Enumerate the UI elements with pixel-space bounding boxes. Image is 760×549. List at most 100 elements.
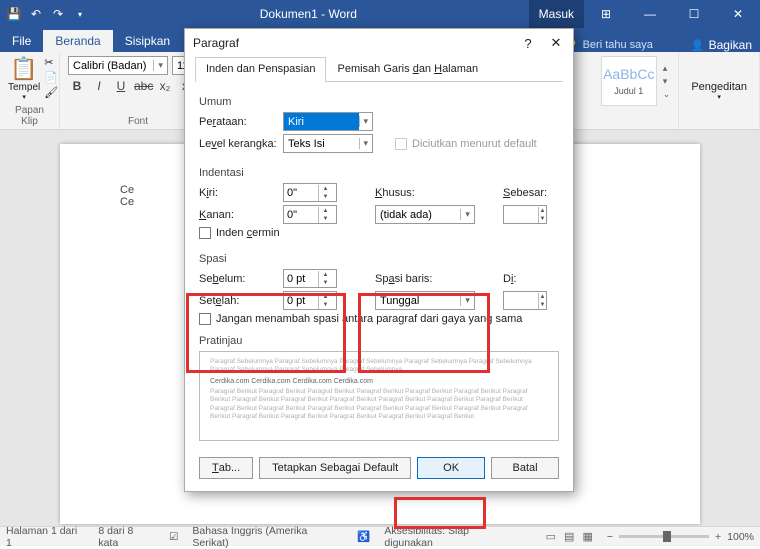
by-label: Sebesar: [503, 187, 547, 199]
spin-down-icon[interactable]: ▼ [319, 215, 332, 223]
section-preview: Pratinjau [199, 335, 559, 347]
styles-expand-icon[interactable]: ▴▾⌄ [663, 63, 671, 100]
spin-down-icon[interactable]: ▼ [319, 193, 332, 201]
help-icon[interactable]: ? [519, 36, 537, 51]
alignment-dropdown-icon[interactable]: ▾ [359, 116, 372, 127]
word-count[interactable]: 8 dari 8 kata [98, 525, 155, 549]
page-status[interactable]: Halaman 1 dari 1 [6, 525, 84, 549]
section-indentation: Indentasi [199, 167, 559, 179]
before-spacing-input[interactable] [284, 273, 318, 285]
status-bar: Halaman 1 dari 1 8 dari 8 kata ☑ Bahasa … [0, 526, 760, 546]
after-label: Setelah: [199, 295, 277, 307]
strike-button[interactable]: abc [134, 79, 152, 93]
tell-me-search[interactable]: Beri tahu saya [583, 39, 653, 51]
before-label: Sebelum: [199, 273, 277, 285]
clipboard-group-label: Papan Klip [8, 103, 51, 127]
font-name-input[interactable] [69, 57, 153, 74]
tab-indent-spacing[interactable]: Inden dan Penspasian [195, 57, 326, 82]
spin-up-icon[interactable]: ▲ [319, 185, 332, 193]
close-icon[interactable]: ✕ [547, 35, 565, 51]
italic-button[interactable]: I [90, 79, 108, 93]
tabs-button[interactable]: Tab... [199, 457, 253, 479]
spellcheck-icon[interactable]: ☑ [169, 531, 178, 543]
spin-up-icon[interactable]: ▲ [319, 271, 332, 279]
spin-down-icon[interactable]: ▼ [539, 301, 546, 309]
spin-down-icon[interactable]: ▼ [539, 215, 546, 223]
titlebar: 💾 ↶ ↷ ▾ Dokumen1 - Word Masuk ⊞ — ☐ ✕ [0, 0, 760, 28]
tab-line-breaks[interactable]: Pemisah Garis dan Halaman [326, 57, 489, 81]
font-name-dropdown-icon[interactable]: ▾ [153, 60, 167, 71]
spin-up-icon[interactable]: ▲ [539, 207, 546, 215]
at-label: Di: [503, 273, 516, 285]
format-painter-icon[interactable]: 🖌 [44, 86, 58, 99]
minimize-icon[interactable]: — [628, 0, 672, 28]
spin-up-icon[interactable]: ▲ [319, 293, 332, 301]
outline-dropdown-icon[interactable]: ▾ [359, 138, 372, 149]
special-combo[interactable] [376, 206, 460, 223]
mirror-indent-checkbox[interactable]: Inden cermin [199, 227, 280, 239]
web-layout-icon[interactable]: ▦ [582, 530, 592, 543]
style-tile[interactable]: AaBbCc Judul 1 [601, 56, 657, 106]
cut-icon[interactable]: ✂ [44, 56, 58, 69]
preview-box: Paragraf Sebelumnya Paragraf Sebelumnya … [199, 351, 559, 441]
zoom-slider[interactable] [619, 535, 709, 538]
spin-up-icon[interactable]: ▲ [539, 293, 546, 301]
print-layout-icon[interactable]: ▤ [564, 530, 574, 543]
share-button[interactable]: Bagikan [709, 38, 752, 52]
special-dropdown-icon[interactable]: ▾ [460, 209, 474, 220]
document-title: Dokumen1 - Word [88, 7, 529, 21]
spin-down-icon[interactable]: ▼ [319, 279, 332, 287]
copy-icon[interactable]: 📄 [44, 71, 58, 84]
redo-icon[interactable]: ↷ [50, 6, 66, 22]
tab-beranda[interactable]: Beranda [43, 30, 112, 52]
at-input[interactable] [504, 295, 538, 307]
subscript-button[interactable]: x₂ [156, 79, 174, 93]
zoom-level[interactable]: 100% [727, 531, 754, 543]
paragraph-dialog: Paragraf ? ✕ Inden dan Penspasian Pemisa… [184, 28, 574, 492]
autosave-icon[interactable]: 💾 [6, 6, 22, 22]
paste-button[interactable]: 📋 Tempel ▾ [8, 56, 40, 101]
zoom-out-icon[interactable]: − [607, 531, 613, 543]
line-spacing-label: Spasi baris: [375, 273, 451, 285]
signin-button[interactable]: Masuk [529, 0, 584, 28]
line-spacing-dropdown-icon[interactable]: ▾ [460, 295, 474, 306]
ribbon-options-icon[interactable]: ⊞ [584, 0, 628, 28]
section-spacing: Spasi [199, 253, 559, 265]
spin-down-icon[interactable]: ▼ [319, 301, 332, 309]
cancel-button[interactable]: Batal [491, 457, 559, 479]
after-spacing-input[interactable] [284, 295, 318, 307]
tab-file[interactable]: File [0, 30, 43, 52]
section-general: Umum [199, 96, 559, 108]
editing-dropdown-icon[interactable]: ▾ [717, 93, 721, 101]
paste-label: Tempel [8, 82, 40, 93]
right-indent-input[interactable] [284, 209, 318, 221]
close-window-icon[interactable]: ✕ [716, 0, 760, 28]
zoom-in-icon[interactable]: + [715, 531, 721, 543]
editing-button[interactable]: Pengeditan [691, 81, 747, 93]
underline-button[interactable]: U [112, 79, 130, 93]
styles-group-label [601, 114, 671, 127]
outline-level-combo[interactable] [284, 135, 359, 152]
special-label: Khusus: [375, 187, 451, 199]
bold-button[interactable]: B [68, 79, 86, 93]
left-indent-input[interactable] [284, 187, 318, 199]
spin-up-icon[interactable]: ▲ [319, 207, 332, 215]
alignment-combo[interactable] [284, 113, 359, 130]
maximize-icon[interactable]: ☐ [672, 0, 716, 28]
language-status[interactable]: Bahasa Inggris (Amerika Serikat) [192, 525, 343, 549]
line-spacing-combo[interactable] [376, 292, 460, 309]
undo-icon[interactable]: ↶ [28, 6, 44, 22]
set-default-button[interactable]: Tetapkan Sebagai Default [259, 457, 411, 479]
paste-dropdown-icon[interactable]: ▾ [22, 93, 26, 101]
no-space-same-style-checkbox[interactable]: Jangan menambah spasi antara paragraf da… [199, 313, 522, 325]
qat-dropdown-icon[interactable]: ▾ [72, 6, 88, 22]
right-indent-label: Kanan: [199, 209, 277, 221]
accessibility-icon[interactable]: ♿ [357, 530, 370, 543]
accessibility-status[interactable]: Aksesibilitas: Siap digunakan [384, 525, 517, 549]
preview-next: Paragraf Berikut Paragraf Berikut Paragr… [210, 388, 548, 422]
by-input[interactable] [504, 209, 538, 221]
ok-button[interactable]: OK [417, 457, 485, 479]
share-icon: 👤 [691, 39, 705, 52]
tab-sisipkan[interactable]: Sisipkan [113, 30, 182, 52]
read-mode-icon[interactable]: ▭ [546, 530, 556, 543]
